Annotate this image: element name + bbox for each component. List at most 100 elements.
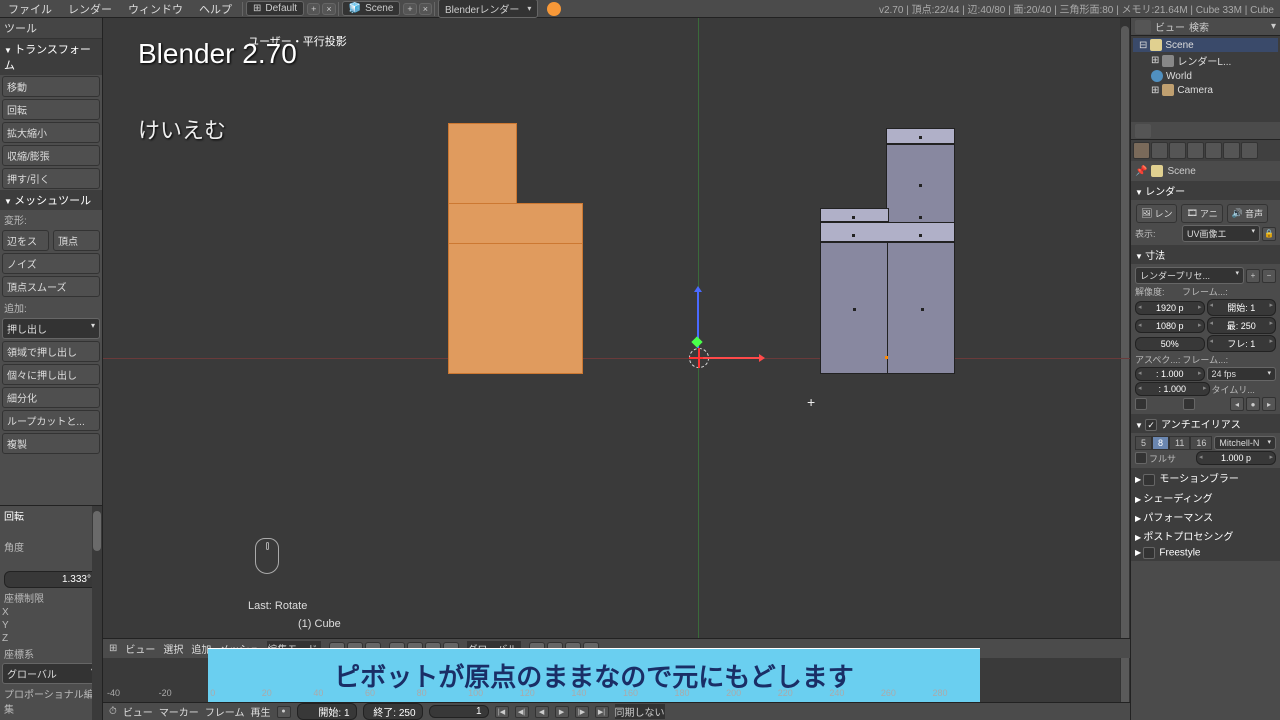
extrude-dropdown[interactable]: 押し出し▾ (2, 318, 100, 339)
modifier-tab-icon[interactable] (1241, 142, 1258, 159)
aa-16[interactable]: 16 (1190, 436, 1212, 450)
filter-size-field[interactable]: ◂1.000 p▸ (1196, 451, 1276, 465)
remap-next-icon[interactable]: ▸ (1262, 397, 1276, 411)
frame-start-field[interactable]: ◂開始: 1▸ (1207, 299, 1277, 316)
scene-add[interactable]: + (403, 3, 416, 15)
preset-del-button[interactable]: − (1262, 269, 1276, 283)
outliner-editor-icon[interactable] (1135, 20, 1151, 34)
subdivide-button[interactable]: 細分化 (2, 387, 100, 408)
transform-panel-header[interactable]: トランスフォーム (0, 39, 102, 75)
menu-render[interactable]: レンダー (60, 1, 120, 17)
3d-viewport[interactable]: ユーザー・平行投影 Blender 2.70 けいえむ + Last: Rota… (103, 18, 1130, 720)
vertex-slide-button[interactable]: 頂点 (53, 230, 100, 251)
scene-tab-icon[interactable] (1169, 142, 1186, 159)
outliner-search[interactable]: 検索 (1189, 19, 1209, 34)
outliner-camera-node[interactable]: ⊞Camera (1133, 83, 1278, 97)
anim-button[interactable]: 🎞アニ (1181, 204, 1222, 223)
dimensions-panel-header[interactable]: 寸法 (1131, 245, 1280, 264)
jump-end-icon[interactable]: ▶| (595, 706, 609, 718)
layout-del[interactable]: × (322, 3, 335, 15)
orientation-dropdown[interactable]: グローバル▾ (2, 663, 100, 684)
fps-dropdown[interactable]: 24 fps▾ (1207, 367, 1277, 381)
res-pct-field[interactable]: 50% (1135, 337, 1205, 351)
aa-filter-dropdown[interactable]: Mitchell-N▾ (1214, 436, 1276, 450)
aa-5[interactable]: 5 (1135, 436, 1152, 450)
shading-panel-header[interactable]: シェーディング (1131, 488, 1280, 507)
audio-button[interactable]: 🔊音声 (1227, 204, 1268, 223)
aa-11[interactable]: 11 (1169, 436, 1190, 450)
layout-add[interactable]: + (307, 3, 320, 15)
render-panel-header[interactable]: レンダー (1131, 181, 1280, 200)
start-frame-field[interactable]: 開始: 1 (297, 703, 357, 720)
outliner-scene-node[interactable]: ⊟Scene (1133, 38, 1278, 52)
render-tab-icon[interactable] (1133, 142, 1150, 159)
border-check[interactable] (1135, 398, 1147, 410)
extrude-region-button[interactable]: 領域で押し出し (2, 341, 100, 362)
aa-enable-check[interactable] (1145, 419, 1157, 431)
freestyle-enable-check[interactable] (1143, 547, 1155, 559)
auto-keyframe-icon[interactable]: ● (277, 706, 291, 718)
selected-mesh[interactable] (448, 243, 583, 374)
axis-x-check[interactable]: X (0, 606, 102, 619)
end-frame-field[interactable]: 終了: 250 (363, 703, 423, 720)
edge-slide-button[interactable]: 辺をス (2, 230, 49, 251)
motionblur-panel-header[interactable]: モーションブラー (1131, 468, 1280, 487)
push-pull-button[interactable]: 押す/引く (2, 168, 100, 189)
timeline-editor-icon[interactable]: ⏱ (109, 706, 117, 717)
axis-y-check[interactable]: Y (0, 619, 102, 632)
aa-panel-header[interactable]: アンチエイリアス (1131, 414, 1280, 433)
meshtools-panel-header[interactable]: メッシュツール (0, 190, 102, 210)
full-sample-check[interactable] (1135, 452, 1147, 464)
viewport-scrollbar[interactable] (1120, 18, 1130, 720)
play-rev-icon[interactable]: ◀ (535, 706, 549, 718)
rotate-button[interactable]: 回転 (2, 99, 100, 120)
outliner-renderlayers-node[interactable]: ⊞レンダーL... (1133, 52, 1278, 69)
duplicate-button[interactable]: 複製 (2, 433, 100, 454)
operator-scrollbar[interactable] (92, 506, 102, 720)
remap-prev-icon[interactable]: ◂ (1230, 397, 1244, 411)
tl-menu-view[interactable]: ビュー (123, 704, 153, 719)
constraint-tab-icon[interactable] (1223, 142, 1240, 159)
smooth-vertex-button[interactable]: 頂点スムーズ (2, 276, 100, 297)
scale-button[interactable]: 拡大縮小 (2, 122, 100, 143)
unselected-mesh-top[interactable] (820, 222, 955, 242)
aspect-x-field[interactable]: ◂: 1.000▸ (1135, 367, 1205, 381)
layers-tab-icon[interactable] (1151, 142, 1168, 159)
aspect-y-field[interactable]: ◂: 1.000▸ (1135, 382, 1210, 396)
prev-key-icon[interactable]: ◀| (515, 706, 529, 718)
menu-file[interactable]: ファイル (0, 1, 60, 17)
axis-z-check[interactable]: Z (0, 632, 102, 645)
res-y-field[interactable]: ◂1080 p▸ (1135, 319, 1205, 333)
noise-button[interactable]: ノイズ (2, 253, 100, 274)
scene-selector[interactable]: 🧊Scene (342, 1, 401, 16)
outliner-mode-icon[interactable]: ▾ (1271, 21, 1276, 32)
tools-tab[interactable]: ツール (0, 18, 102, 39)
display-dropdown[interactable]: UV画像エ▾ (1182, 225, 1260, 242)
performance-panel-header[interactable]: パフォーマンス (1131, 507, 1280, 526)
translate-button[interactable]: 移動 (2, 76, 100, 97)
shrink-fatten-button[interactable]: 収縮/膨張 (2, 145, 100, 166)
aa-samples-segment[interactable]: 5 8 11 16 (1135, 436, 1212, 450)
outliner-world-node[interactable]: World (1133, 69, 1278, 83)
props-editor-icon[interactable] (1135, 124, 1151, 138)
gizmo-x-axis[interactable] (703, 357, 763, 359)
menu-window[interactable]: ウィンドウ (120, 1, 191, 17)
editor-type-icon[interactable]: ⊞ (109, 643, 117, 654)
pin-icon[interactable]: 📌 (1135, 166, 1147, 177)
remap-cur-icon[interactable]: ● (1246, 397, 1260, 411)
sync-mode[interactable]: 同期しない (615, 704, 665, 719)
render-preset-dropdown[interactable]: レンダープリセ...▾ (1135, 267, 1244, 284)
current-frame-field[interactable]: 1 (429, 705, 489, 718)
tl-menu-marker[interactable]: マーカー (159, 704, 199, 719)
scene-del[interactable]: × (419, 3, 432, 15)
vp-menu-select[interactable]: 選択 (163, 641, 183, 656)
mb-enable-check[interactable] (1143, 474, 1155, 486)
frame-step-field[interactable]: ◂フレ: 1▸ (1207, 335, 1277, 352)
aa-8[interactable]: 8 (1152, 436, 1169, 450)
engine-selector[interactable]: Blenderレンダー▾ (438, 0, 538, 18)
render-button[interactable]: 🖼レン (1136, 204, 1177, 223)
freestyle-panel-header[interactable]: Freestyle (1131, 545, 1280, 561)
jump-start-icon[interactable]: |◀ (495, 706, 509, 718)
object-tab-icon[interactable] (1205, 142, 1222, 159)
tl-menu-frame[interactable]: フレーム (205, 704, 245, 719)
